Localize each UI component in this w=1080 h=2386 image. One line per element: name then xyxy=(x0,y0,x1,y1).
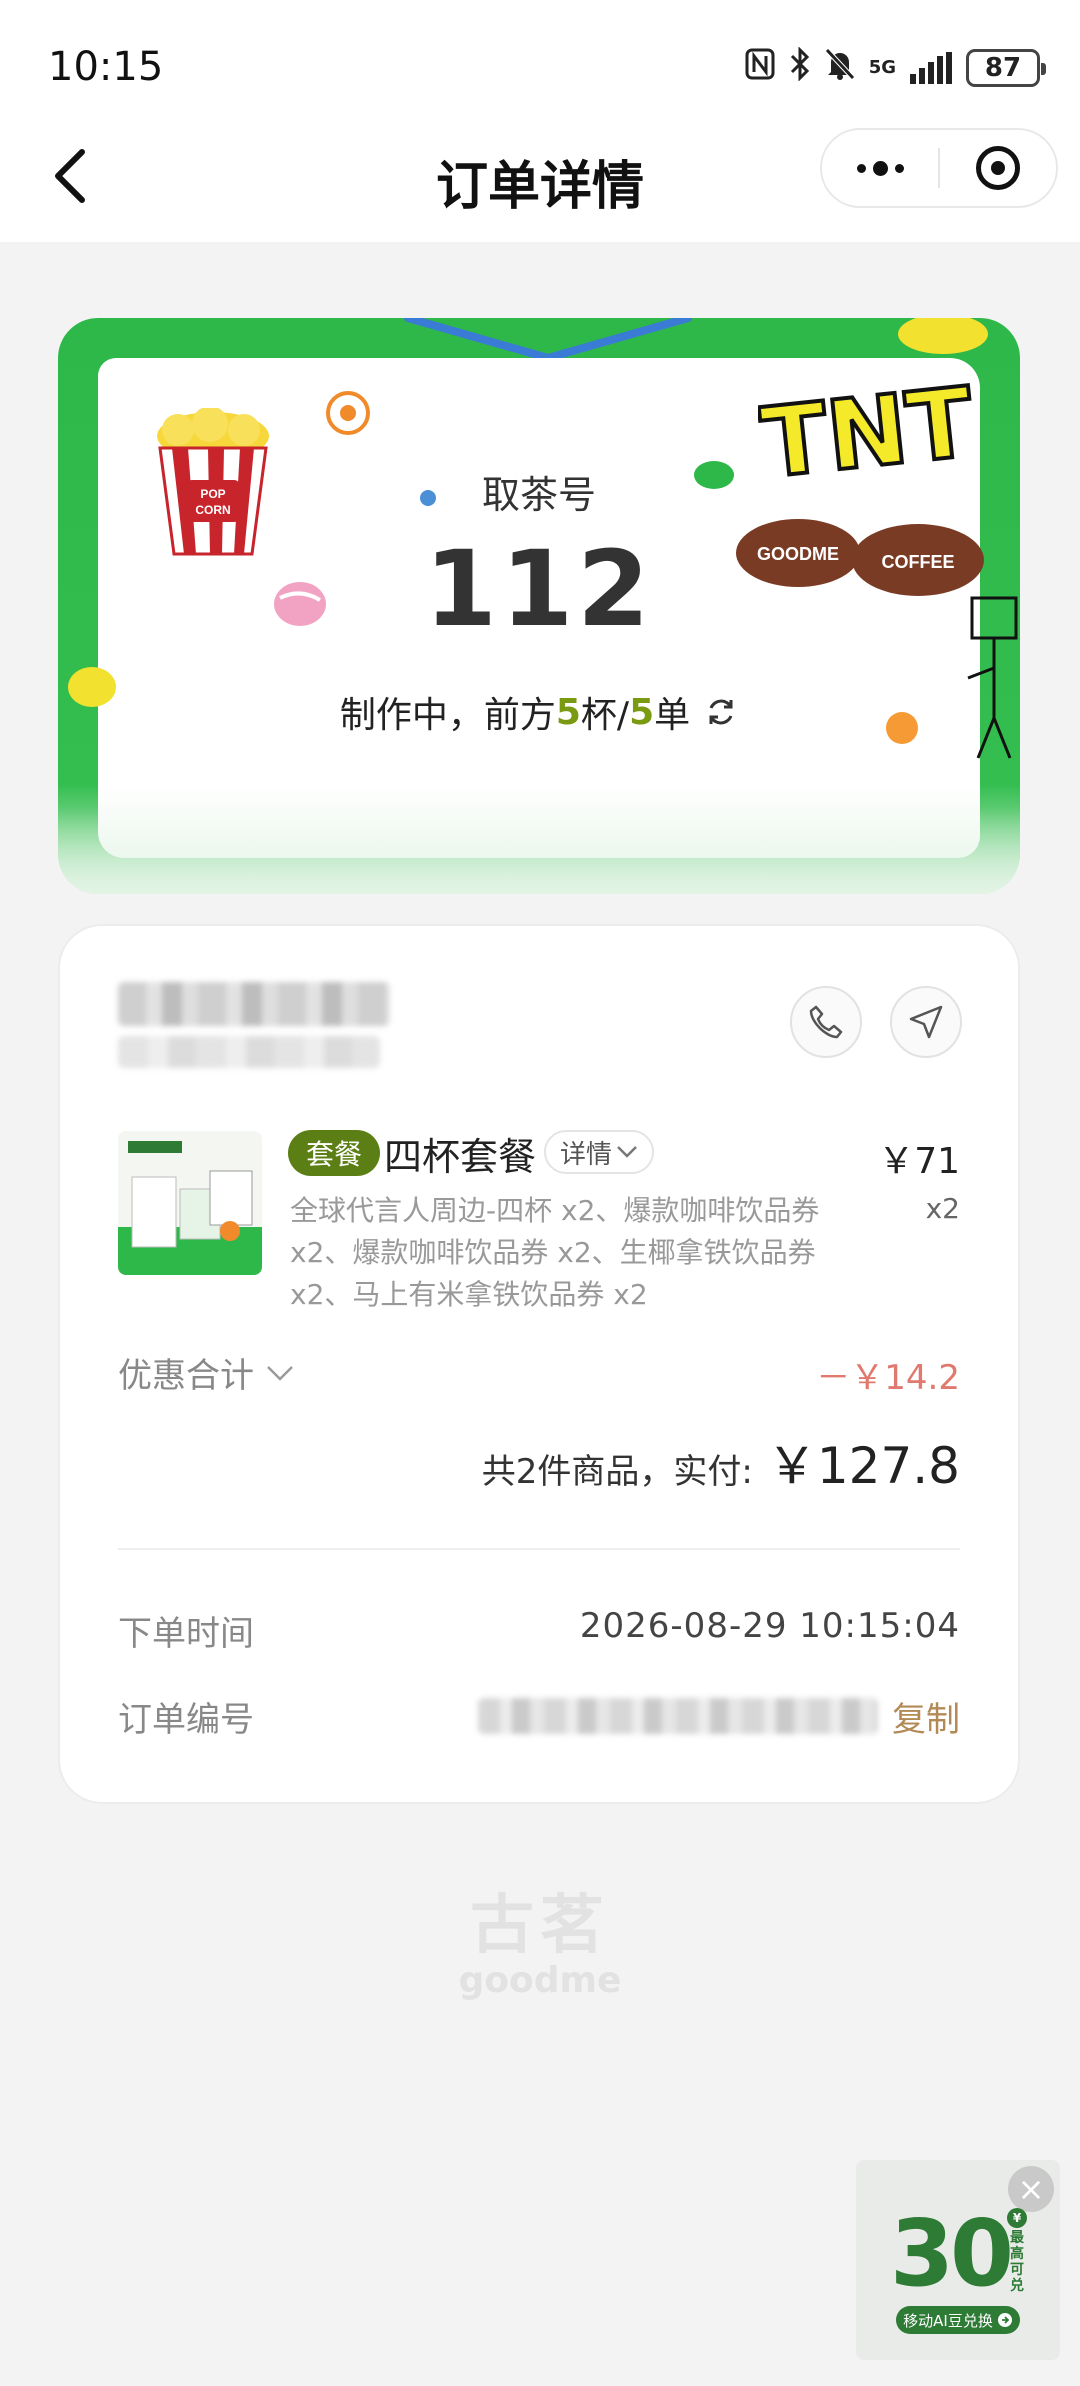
status-time: 10:15 xyxy=(48,44,164,90)
combo-badge: 套餐 xyxy=(288,1130,381,1176)
product-description: 全球代言人周边-四杯 x2、爆款咖啡饮品券 x2、爆款咖啡饮品券 x2、生椰拿铁… xyxy=(290,1194,820,1311)
popcorn-piece-icon xyxy=(326,391,370,435)
divider xyxy=(118,1548,960,1550)
battery-icon: 87 xyxy=(966,49,1046,87)
order-time-value: 2026-08-29 10:15:04 xyxy=(579,1606,960,1646)
queue-cups-unit: 杯/ xyxy=(580,695,630,736)
total-label: 共2件商品，实付: xyxy=(481,1452,753,1492)
bluetooth-icon xyxy=(789,46,811,89)
close-icon[interactable]: × xyxy=(1008,2166,1054,2212)
promo-max-label: 最高可兑 xyxy=(1010,2230,1024,2294)
nav-bar: 订单详情 xyxy=(0,110,1080,242)
mini-program-capsule xyxy=(820,128,1058,208)
queue-orders: 5 xyxy=(629,691,655,733)
close-mini-program-button[interactable] xyxy=(940,130,1056,206)
store-address-redacted xyxy=(118,1036,380,1068)
queue-cups: 5 xyxy=(555,691,581,733)
total-amount: ￥127.8 xyxy=(766,1437,960,1495)
product-name: 四杯套餐 xyxy=(384,1135,537,1179)
target-icon xyxy=(976,146,1020,190)
arrow-right-icon xyxy=(997,2313,1012,2327)
mute-bell-icon xyxy=(824,48,855,88)
queue-status: 制作中，前方 5 杯/ 5 单 xyxy=(58,686,1020,738)
more-button[interactable] xyxy=(822,130,938,206)
brand-logo-en: goodme xyxy=(458,1960,622,2001)
product-image xyxy=(118,1131,262,1275)
signal-icon xyxy=(910,52,952,84)
lemon-doodle-icon xyxy=(898,318,988,354)
order-number-label: 订单编号 xyxy=(118,1700,254,1740)
product-detail-button[interactable]: 详情 xyxy=(544,1130,655,1174)
promo-amount: 30 xyxy=(890,2200,1014,2307)
network-type: 5G xyxy=(868,57,896,78)
promo-redeem-button[interactable]: 移动AI豆兑换 xyxy=(896,2306,1020,2334)
order-time-label: 下单时间 xyxy=(118,1614,254,1654)
battery-level: 87 xyxy=(984,53,1022,83)
nfc-icon xyxy=(745,48,775,88)
order-card: 套餐 四杯套餐 详情 ￥71 x2 全球代言人周边-四杯 x2、爆款咖啡饮品券 … xyxy=(58,924,1020,1804)
total-row: 共2件商品，实付: ￥127.8 xyxy=(482,1426,960,1498)
brand-watermark: 古茗 goodme xyxy=(0,1874,1080,2001)
discount-label: 优惠合计 xyxy=(118,1356,254,1396)
brand-logo-cn: 古茗 xyxy=(470,1889,610,1963)
more-dots-icon xyxy=(856,160,904,176)
navigation-arrow-icon xyxy=(909,1005,943,1039)
queue-orders-unit: 单 xyxy=(654,695,691,736)
chevron-down-icon xyxy=(267,1365,293,1381)
discount-value: －￥14.2 xyxy=(816,1358,960,1398)
pickup-fade xyxy=(58,784,1020,894)
store-name-redacted xyxy=(118,982,390,1026)
pickup-number: 112 xyxy=(424,528,654,650)
copy-order-number-button[interactable]: 复制 xyxy=(892,1692,960,1741)
yen-icon: ¥ xyxy=(1007,2208,1027,2228)
promo-side-text: ¥ 最高可兑 xyxy=(1006,2208,1028,2294)
promo-pill-label: 移动AI豆兑换 xyxy=(903,2311,993,2330)
detail-label: 详情 xyxy=(560,1139,613,1170)
product-quantity: x2 xyxy=(925,1192,960,1225)
pickup-label: 取茶号 xyxy=(481,473,596,517)
status-icons: 5G 87 xyxy=(745,46,1046,90)
network-indicator: 5G xyxy=(868,57,896,78)
product-price: ￥71 xyxy=(878,1141,960,1182)
pickup-card: POP CORN TNT GOODME COFFEE 取茶号 112 制作中，前… xyxy=(58,318,1020,894)
order-number-redacted xyxy=(478,1698,878,1734)
chevron-down-icon xyxy=(617,1146,637,1158)
refresh-icon[interactable] xyxy=(704,695,738,729)
discount-toggle[interactable]: 优惠合计 xyxy=(118,1348,294,1397)
navigate-store-button[interactable] xyxy=(890,986,962,1058)
phone-icon xyxy=(809,1005,843,1039)
call-store-button[interactable] xyxy=(790,986,862,1058)
queue-prefix: 制作中，前方 xyxy=(339,695,556,736)
promo-floating-ad[interactable]: × 30 ¥ 最高可兑 移动AI豆兑换 xyxy=(856,2160,1060,2360)
